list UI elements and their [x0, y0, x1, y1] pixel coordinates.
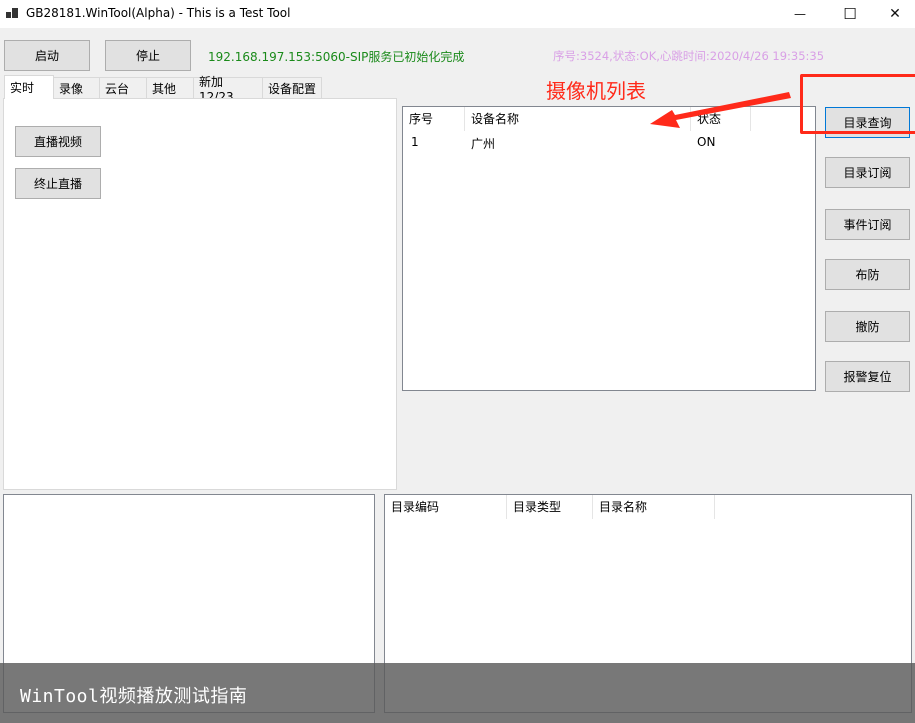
stop-live-button[interactable]: 终止直播	[15, 168, 101, 199]
column-header-catalog-type[interactable]: 目录类型	[507, 495, 593, 519]
alarm-reset-button[interactable]: 报警复位	[825, 361, 910, 392]
column-header-status[interactable]: 状态	[691, 107, 751, 131]
arm-button[interactable]: 布防	[825, 259, 910, 290]
column-header-catalog-code[interactable]: 目录编码	[385, 495, 507, 519]
window-title: GB28181.WinTool(Alpha) - This is a Test …	[26, 6, 291, 20]
tab-recording[interactable]: 录像	[53, 77, 100, 99]
tab-other[interactable]: 其他	[146, 77, 194, 99]
stop-button[interactable]: 停止	[105, 40, 191, 71]
column-header-index[interactable]: 序号	[403, 107, 465, 131]
close-icon: ✕	[889, 6, 901, 22]
caption-text: WinTool视频播放测试指南	[20, 686, 248, 707]
row-device-name: 广州	[471, 137, 496, 151]
row-index: 1	[411, 135, 419, 149]
tab-ptz[interactable]: 云台	[99, 77, 147, 99]
camera-list-annotation-label: 摄像机列表	[546, 79, 646, 103]
camera-list[interactable]: 序号 设备名称 状态 1 广州 ON	[402, 106, 816, 391]
tab-realtime[interactable]: 实时	[4, 75, 54, 99]
row-status: ON	[697, 135, 716, 149]
start-button[interactable]: 启动	[4, 40, 90, 71]
annotation-highlight-rect	[800, 74, 915, 134]
tab-strip: 实时 录像 云台 其他 新加12/23 设备配置	[4, 75, 322, 104]
column-header-device-name[interactable]: 设备名称	[465, 107, 691, 131]
minimize-button[interactable]: —	[777, 0, 823, 28]
maximize-button[interactable]: ☐	[827, 0, 873, 28]
tab-device-config[interactable]: 设备配置	[262, 77, 322, 99]
heartbeat-status-text: 序号:3524,状态:OK,心跳时间:2020/4/26 19:35:35	[553, 49, 825, 63]
tab-new-1223[interactable]: 新加12/23	[193, 75, 263, 104]
close-button[interactable]: ✕	[872, 0, 915, 28]
title-bar: GB28181.WinTool(Alpha) - This is a Test …	[0, 0, 915, 28]
catalog-subscribe-button[interactable]: 目录订阅	[825, 157, 910, 188]
app-icon	[6, 8, 18, 20]
sip-status-text: 192.168.197.153:5060-SIP服务已初始化完成	[208, 50, 465, 64]
column-header-catalog-name[interactable]: 目录名称	[593, 495, 715, 519]
maximize-icon: ☐	[843, 5, 857, 23]
event-subscribe-button[interactable]: 事件订阅	[825, 209, 910, 240]
disarm-button[interactable]: 撤防	[825, 311, 910, 342]
catalog-list-header: 目录编码 目录类型 目录名称	[385, 495, 911, 519]
minimize-icon: —	[794, 7, 806, 21]
live-video-button[interactable]: 直播视频	[15, 126, 101, 157]
camera-list-header: 序号 设备名称 状态	[403, 107, 815, 131]
